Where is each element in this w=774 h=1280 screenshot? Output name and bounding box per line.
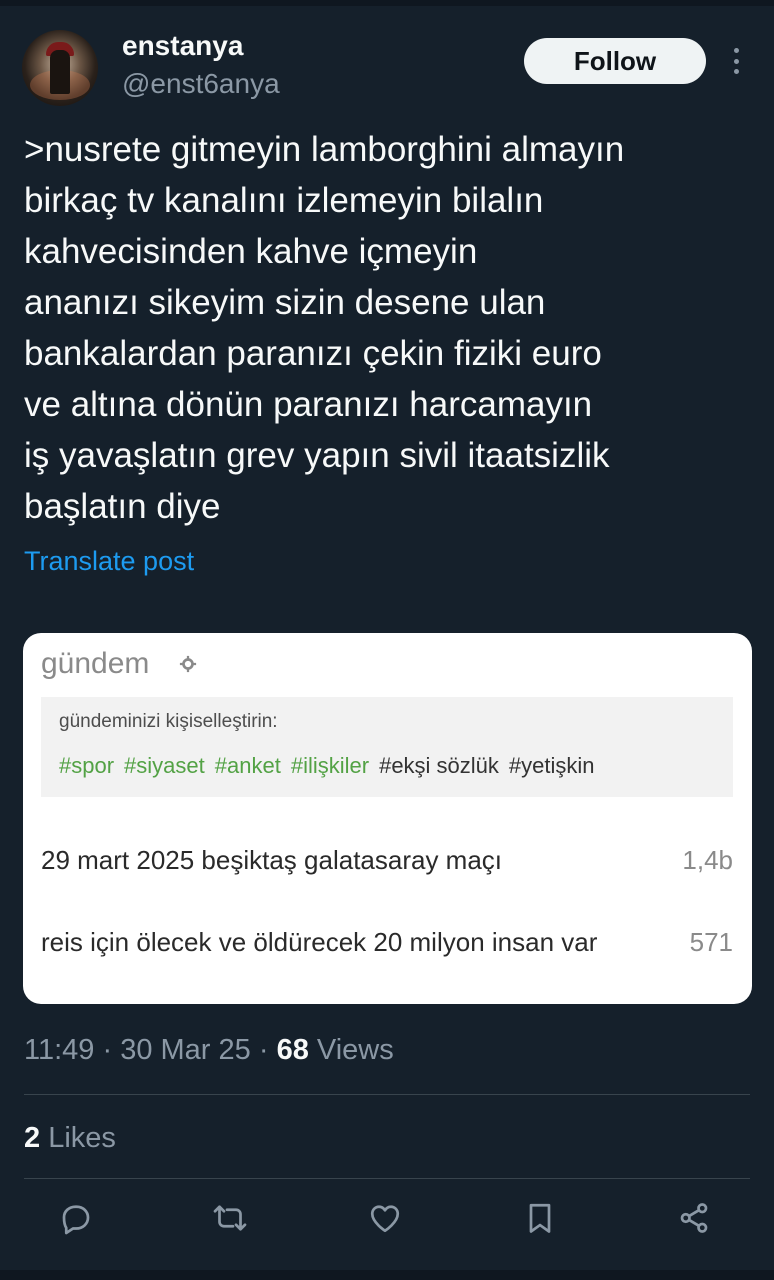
tag-yetiskin[interactable]: #yetişkin [509, 753, 595, 778]
embedded-image-card[interactable]: gündem gündeminizi kişiselleştirin: #spo… [23, 633, 752, 1004]
post-date: 30 Mar 25 [120, 1034, 251, 1066]
tag-iliskiler[interactable]: #ilişkiler [291, 753, 369, 778]
top-divider [0, 0, 774, 6]
post-meta: 11:49 · 30 Mar 25 · 68 Views [24, 1034, 394, 1066]
likes-summary[interactable]: 2 Likes [24, 1122, 116, 1155]
bottom-divider [0, 1270, 774, 1280]
follow-button[interactable]: Follow [524, 38, 706, 84]
tag-spor[interactable]: #spor [59, 753, 114, 778]
topic-row[interactable]: reis için ölecek ve öldürecek 20 milyon … [41, 927, 733, 958]
personalize-label: gündeminizi kişiselleştirin: [59, 711, 278, 732]
reply-icon[interactable] [58, 1200, 98, 1244]
topic-title: reis için ölecek ve öldürecek 20 milyon … [41, 927, 598, 957]
post-time: 11:49 [24, 1034, 95, 1066]
avatar[interactable] [22, 30, 98, 106]
bookmark-icon[interactable] [522, 1200, 562, 1244]
topic-count: 571 [689, 927, 733, 957]
author-handle[interactable]: @enst6anya [122, 68, 280, 100]
views-count: 68 [276, 1034, 309, 1066]
tag-siyaset[interactable]: #siyaset [124, 753, 205, 778]
like-icon[interactable] [367, 1200, 407, 1244]
repost-icon[interactable] [212, 1200, 252, 1244]
post-text: >nusrete gitmeyin lamborghini almayın bi… [24, 130, 625, 526]
tag-list: #spor #siyaset #anket #ilişkiler #ekşi sözlü… [59, 753, 605, 779]
likes-label: Likes [48, 1122, 116, 1154]
translate-post-link[interactable]: Translate post [24, 546, 194, 577]
divider [24, 1178, 750, 1179]
likes-count: 2 [24, 1122, 41, 1154]
topic-title: 29 mart 2025 beşiktaş galatasaray maçı [41, 845, 503, 875]
card-title: gündem [41, 647, 150, 680]
action-bar [0, 1200, 774, 1248]
gear-icon [179, 655, 197, 673]
topic-row[interactable]: 29 mart 2025 beşiktaş galatasaray maçı 1… [41, 845, 733, 876]
views-label: Views [316, 1034, 394, 1066]
tag-anket[interactable]: #anket [215, 753, 281, 778]
tag-eksi-sozluk[interactable]: #ekşi sözlük [379, 753, 499, 778]
more-icon[interactable] [726, 44, 746, 78]
divider [24, 1094, 750, 1095]
author-display-name[interactable]: enstanya [122, 30, 243, 62]
share-icon[interactable] [676, 1200, 716, 1244]
personalize-box: gündeminizi kişiselleştirin: #spor #siyas… [41, 697, 733, 797]
topic-count: 1,4b [682, 845, 733, 875]
